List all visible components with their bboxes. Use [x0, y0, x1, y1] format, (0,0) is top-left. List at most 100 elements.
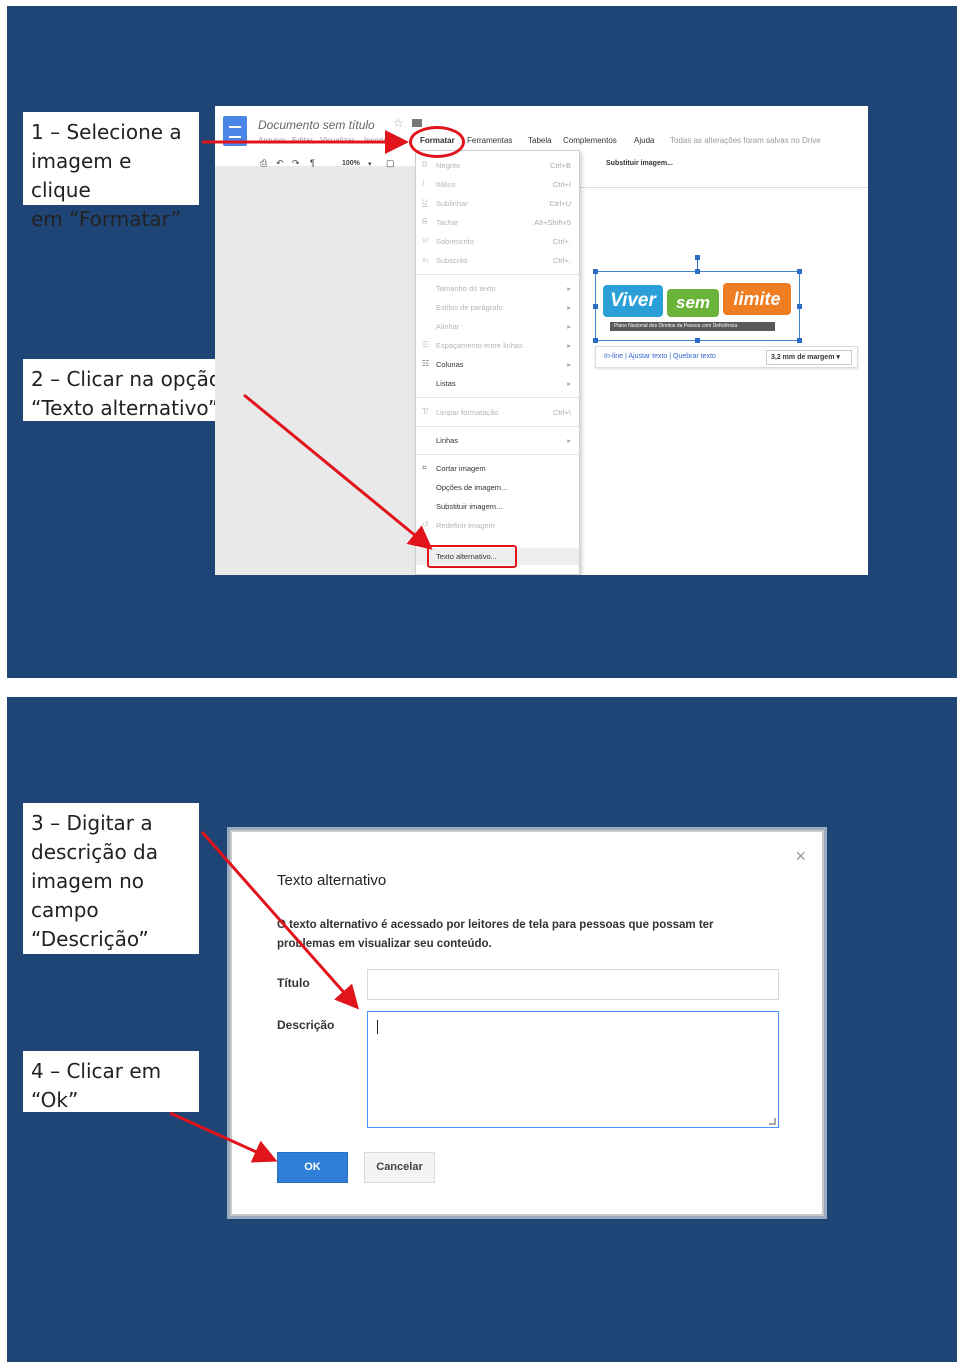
callout-step-3: 3 – Digitar a descrição da imagem no cam… [21, 801, 201, 956]
star-icon[interactable]: ☆ [393, 116, 404, 130]
menu-item-label: Listas [436, 379, 456, 388]
titulo-label: Título [277, 976, 310, 990]
rotate-handle[interactable] [695, 255, 700, 260]
menu-ajuda[interactable]: Ajuda [634, 136, 654, 145]
strikethrough-icon: S [422, 217, 428, 226]
logo-subtitle-bar: Plano Nacional dos Direitos da Pessoa co… [610, 322, 775, 331]
subscript-icon: x₂ [422, 255, 430, 264]
menu-divider [416, 426, 579, 427]
bold-icon: B [422, 160, 428, 169]
menu-item-shortcut: Ctrl+, [552, 256, 571, 265]
descricao-textarea[interactable] [367, 1011, 779, 1128]
image-toolbar: Substituir imagem... [580, 158, 868, 172]
selected-image-viver-sem-limite[interactable]: Viver sem limite Plano Nacional dos Dire… [593, 255, 802, 343]
menu-item-sublinhar[interactable]: U Sublinhar Ctrl+U [416, 197, 579, 211]
document-title[interactable]: Documento sem título [258, 118, 375, 132]
zoom-chevron-icon[interactable]: ▾ [368, 160, 372, 168]
google-docs-screenshot: Documento sem título ☆ Arquivo Editar Vi… [215, 106, 868, 575]
titulo-input[interactable] [367, 969, 779, 1000]
resize-handle[interactable] [593, 338, 598, 343]
menu-item-label: Cortar imagem [436, 464, 486, 473]
menu-arquivo[interactable]: Arquivo [258, 136, 285, 145]
margin-select[interactable]: 3,2 mm de margem ▾ [766, 350, 852, 365]
menu-item-listas[interactable]: Listas ▸ [416, 377, 579, 391]
menu-item-shortcut: Ctrl+U [549, 199, 571, 208]
undo-icon[interactable]: ↶ [276, 158, 284, 169]
submenu-arrow-icon: ▸ [567, 284, 571, 293]
menu-item-tamanho-texto[interactable]: Tamanho do texto ▸ [416, 282, 579, 296]
menu-item-linhas[interactable]: Linhas ▸ [416, 434, 579, 448]
menu-complementos[interactable]: Complementos [563, 136, 617, 145]
menu-item-shortcut: Alt+Shift+5 [534, 218, 571, 227]
menu-divider [416, 454, 579, 455]
menu-item-espacamento[interactable]: ☰ Espaçamento entre linhas ▸ [416, 339, 579, 353]
resize-grip-icon[interactable] [769, 1118, 776, 1125]
menu-inserir[interactable]: Inserir [364, 136, 386, 145]
menu-item-label: Redefinir imagem [436, 521, 495, 530]
menu-ferramentas[interactable]: Ferramentas [467, 136, 512, 145]
text-wrap-links[interactable]: In-line | Ajustar texto | Quebrar texto [604, 353, 716, 360]
document-canvas-gray [215, 166, 415, 575]
resize-handle[interactable] [797, 269, 802, 274]
logo-word-limite: limite [723, 283, 791, 315]
cancel-button[interactable]: Cancelar [364, 1152, 435, 1183]
highlight-texto-alternativo-box [427, 545, 517, 568]
resize-handle[interactable] [695, 269, 700, 274]
menu-tabela[interactable]: Tabela [528, 136, 552, 145]
menu-item-label: Subscrito [436, 256, 468, 265]
menu-item-label: Negrito [436, 161, 461, 170]
menu-editar[interactable]: Editar [292, 136, 313, 145]
resize-handle[interactable] [797, 304, 802, 309]
resize-handle[interactable] [593, 304, 598, 309]
clear-format-icon: T̸ [422, 407, 427, 416]
resize-handle[interactable] [797, 338, 802, 343]
menu-item-subscrito[interactable]: x₂ Subscrito Ctrl+, [416, 254, 579, 268]
menu-item-colunas[interactable]: ☷ Colunas ▸ [416, 358, 579, 372]
image-icon[interactable]: ▢ [386, 158, 395, 169]
menu-item-label: Linhas [436, 436, 459, 445]
menu-item-limpar-formatacao[interactable]: T̸ Limpar formatação Ctrl+\ [416, 406, 579, 420]
menu-item-opcoes-imagem[interactable]: Opções de imagem... [416, 481, 579, 495]
resize-handle[interactable] [593, 269, 598, 274]
columns-icon: ☷ [422, 359, 430, 368]
menu-item-label: Colunas [436, 360, 464, 369]
ruler [580, 178, 868, 188]
menu-item-shortcut: Ctrl+. [552, 237, 571, 246]
callout-step-4: 4 – Clicar em “Ok” [21, 1049, 201, 1114]
menu-item-italico[interactable]: I Itálico Ctrl+I [416, 178, 579, 192]
reset-image-icon: ↺ [422, 520, 429, 529]
resize-handle[interactable] [695, 338, 700, 343]
menu-item-label: Tamanho do texto [436, 284, 496, 293]
menu-item-redefinir-imagem[interactable]: ↺ Redefinir imagem [416, 519, 579, 533]
paint-format-icon[interactable]: ¶ [310, 158, 315, 168]
menu-item-label: Sobrescrito [436, 237, 474, 246]
redo-icon[interactable]: ↷ [292, 158, 300, 169]
submenu-arrow-icon: ▸ [567, 379, 571, 388]
menu-item-negrito[interactable]: B Negrito Ctrl+B [416, 159, 579, 173]
image-options-bar: In-line | Ajustar texto | Quebrar texto … [595, 346, 858, 368]
close-icon[interactable]: × [795, 846, 806, 867]
folder-icon[interactable] [412, 119, 422, 127]
menu-item-shortcut: Ctrl+I [552, 180, 571, 189]
submenu-arrow-icon: ▸ [567, 322, 571, 331]
logo-word-viver: Viver [603, 285, 663, 317]
zoom-select[interactable]: 100% [342, 160, 360, 167]
submenu-arrow-icon: ▸ [567, 341, 571, 350]
menu-item-alinhar[interactable]: Alinhar ▸ [416, 320, 579, 334]
substituir-imagem-button[interactable]: Substituir imagem... [606, 160, 673, 167]
menu-item-shortcut: Ctrl+\ [552, 408, 571, 417]
docs-icon[interactable] [223, 116, 247, 146]
menu-item-cortar-imagem[interactable]: ⌗ Cortar imagem [416, 462, 579, 476]
ok-button[interactable]: OK [277, 1152, 348, 1183]
dialog-description: O texto alternativo é acessado por leito… [277, 919, 714, 950]
menu-bar: Arquivo Editar Visualizar Inserir Format… [258, 136, 858, 150]
menu-visualizar[interactable]: Visualizar [320, 136, 355, 145]
menu-item-sobrescrito[interactable]: x² Sobrescrito Ctrl+. [416, 235, 579, 249]
menu-item-tachar[interactable]: S Tachar Alt+Shift+5 [416, 216, 579, 230]
menu-item-estilos-paragrafo[interactable]: Estilos de parágrafo ▸ [416, 301, 579, 315]
menu-item-substituir-imagem[interactable]: Substituir imagem... [416, 500, 579, 514]
menu-item-label: Itálico [436, 180, 456, 189]
logo-word-sem: sem [667, 289, 719, 317]
menu-item-shortcut: Ctrl+B [549, 161, 571, 170]
print-icon[interactable]: ⎙ [260, 158, 267, 169]
